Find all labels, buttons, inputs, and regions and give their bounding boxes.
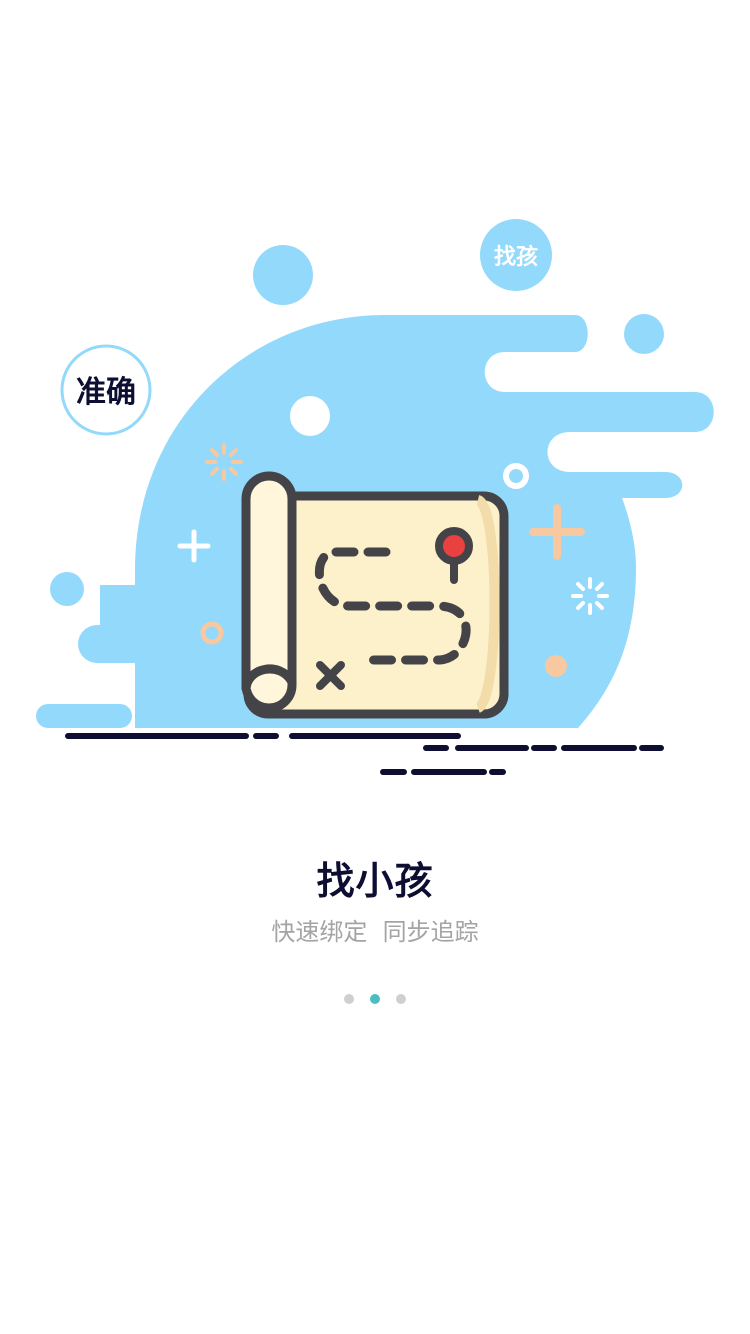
- page-dot-3[interactable]: [396, 994, 406, 1004]
- blue-bubble-small: [624, 314, 664, 354]
- ground-lines: [65, 733, 664, 775]
- treasure-map-icon: [241, 471, 509, 719]
- page-dot-1[interactable]: [344, 994, 354, 1004]
- blue-bubble-left: [50, 572, 84, 606]
- page-dot-2-active[interactable]: [370, 994, 380, 1004]
- blue-bubble-large: [253, 245, 313, 305]
- page-subtitle: 快速绑定 同步追踪: [271, 918, 479, 946]
- onboarding-illustration: 准确 找孩: [36, 219, 714, 775]
- orange-dot: [545, 655, 567, 677]
- svg-text:找孩: 找孩: [494, 244, 538, 270]
- page-indicator: [0, 994, 750, 1004]
- page-title: 找小孩: [316, 859, 434, 903]
- badge-accurate: 准确: [60, 344, 152, 436]
- svg-text:准确: 准确: [76, 375, 136, 410]
- white-bubble: [290, 396, 330, 436]
- badge-find-kid: 找孩: [480, 219, 552, 291]
